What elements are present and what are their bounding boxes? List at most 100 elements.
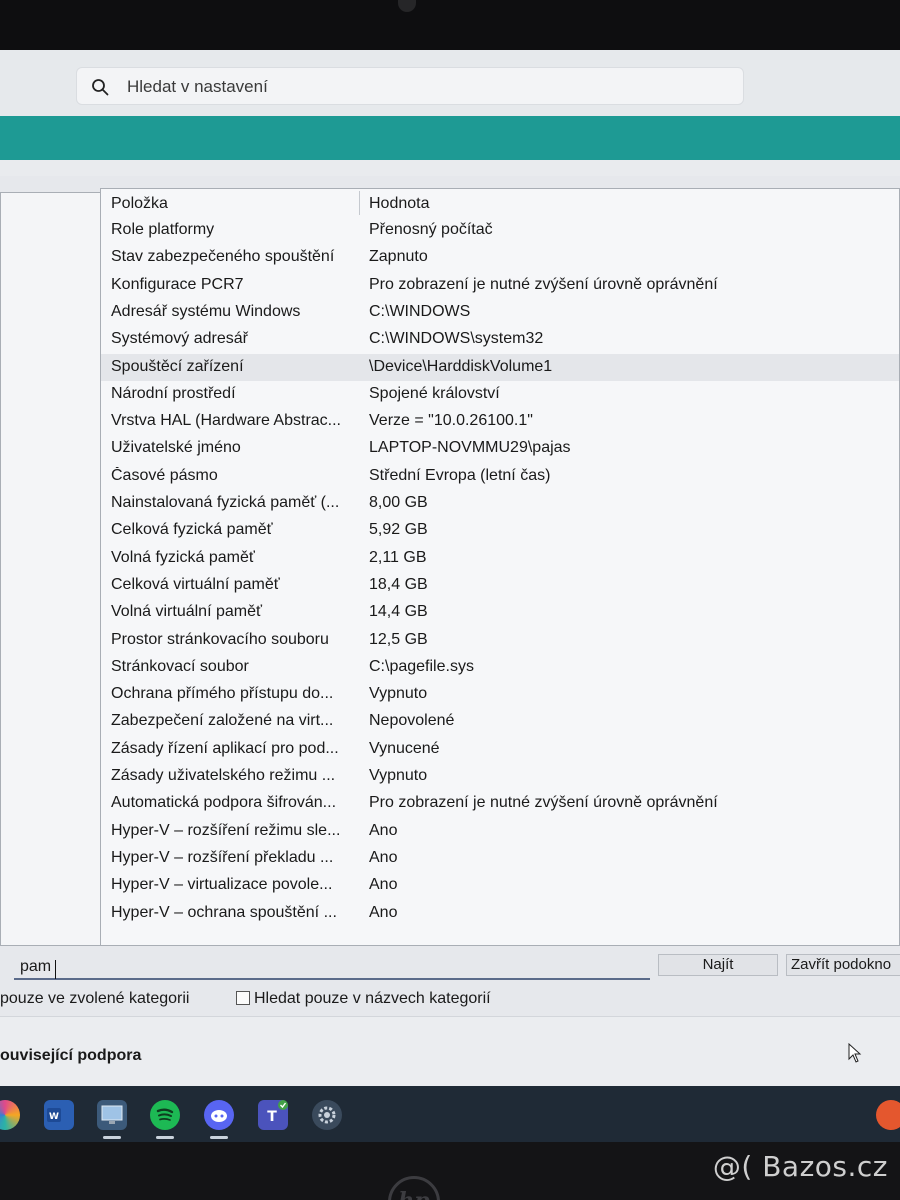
row-value: LAPTOP-NOVMMU29\pajas <box>369 439 571 457</box>
teams-icon[interactable]: T <box>258 1100 288 1130</box>
row-value: C:\WINDOWS <box>369 302 471 320</box>
discord-icon[interactable] <box>204 1100 234 1130</box>
row-item: Stránkovací soubor <box>111 657 249 675</box>
row-value: Pro zobrazení je nutné zvýšení úrovně op… <box>369 794 718 812</box>
table-row[interactable]: Celková fyzická paměť 5,92 GB <box>101 517 899 544</box>
row-value: Verze = "10.0.26100.1" <box>369 412 533 430</box>
row-item: Zásady řízení aplikací pro pod... <box>111 739 339 757</box>
row-item: Konfigurace PCR7 <box>111 275 244 293</box>
table-row[interactable]: Celková virtuální paměť 18,4 GB <box>101 572 899 599</box>
row-item: Hyper-V – rozšíření režimu sle... <box>111 821 341 839</box>
table-row[interactable]: Vrstva HAL (Hardware Abstrac... Verze = "… <box>101 408 899 435</box>
active-app-indicator <box>103 1136 121 1139</box>
close-find-pane-button[interactable]: Zavřít podokno <box>786 954 900 976</box>
table-row[interactable]: Spouštěcí zařízení \Device\HarddiskVolume… <box>101 353 899 381</box>
table-row[interactable]: Časové pásmo Střední Evropa (letní čas) <box>101 463 899 490</box>
row-item: Uživatelské jméno <box>111 439 241 457</box>
row-value: Ano <box>369 903 398 921</box>
running-app-indicator <box>156 1136 174 1139</box>
row-item: Adresář systému Windows <box>111 302 301 320</box>
row-item: Nainstalovaná fyzická paměť (... <box>111 494 340 511</box>
column-header-item[interactable]: Položka <box>111 195 359 213</box>
row-item: Časové pásmo <box>111 466 218 484</box>
table-row[interactable]: Automatická podpora šifrován... Pro zobra… <box>101 790 899 817</box>
row-item: Národní prostředí <box>111 384 236 402</box>
accent-banner <box>0 116 900 160</box>
table-row[interactable]: Hyper-V – virtualizace povole... Ano <box>101 872 899 899</box>
svg-text:T: T <box>267 1109 277 1125</box>
row-item: Stav zabezpečeného spouštění <box>111 248 335 266</box>
category-tree[interactable] <box>0 192 112 946</box>
table-row[interactable]: Ochrana přímého přístupu do... Vypnuto <box>101 681 899 708</box>
row-value: Ano <box>369 876 398 894</box>
taskbar: W T <box>0 1086 900 1142</box>
search-category-names-option[interactable]: Hledat pouze v názvech kategorií <box>236 990 491 1008</box>
row-item: Volná fyzická paměť <box>111 548 255 566</box>
word-icon[interactable]: W <box>44 1100 74 1130</box>
row-value: 8,00 GB <box>369 494 428 511</box>
column-divider[interactable] <box>359 191 360 215</box>
row-item: Hyper-V – rozšíření překladu ... <box>111 848 334 866</box>
system-summary-list[interactable]: Položka Hodnota Role platformy Přenosný p… <box>100 188 900 946</box>
table-row[interactable]: Konfigurace PCR7 Pro zobrazení je nutné z… <box>101 272 899 299</box>
table-row[interactable]: Stránkovací soubor C:\pagefile.sys <box>101 654 899 681</box>
row-value: Spojené království <box>369 384 500 402</box>
list-header: Položka Hodnota <box>101 189 899 217</box>
hp-logo: hp <box>388 1176 440 1200</box>
row-item: Ochrana přímého přístupu do... <box>111 685 334 703</box>
row-item: Hyper-V – virtualizace povole... <box>111 876 333 894</box>
row-item: Volná virtuální paměť <box>111 603 262 621</box>
row-item: Zabezpečení založené na virt... <box>111 712 334 730</box>
find-bar: Najít Zavřít podokno pouze ve zvolené ka… <box>0 946 900 1016</box>
related-support-title: ouvisející podpora <box>0 1047 142 1064</box>
search-icon <box>92 79 109 96</box>
laptop-bezel-top <box>0 0 900 50</box>
table-row[interactable]: Zásady uživatelského režimu ... Vypnuto <box>101 763 899 790</box>
spotify-icon[interactable] <box>150 1100 180 1130</box>
row-value: \Device\HarddiskVolume1 <box>369 357 553 375</box>
row-value: Střední Evropa (letní čas) <box>369 466 551 484</box>
running-app-indicator <box>210 1136 228 1139</box>
row-item: Celková virtuální paměť <box>111 575 280 593</box>
system-info-icon[interactable] <box>97 1100 127 1130</box>
table-row[interactable]: Role platformy Přenosný počítač <box>101 217 899 244</box>
column-header-value[interactable]: Hodnota <box>369 195 430 213</box>
row-value: 12,5 GB <box>369 630 428 648</box>
search-category-names-label: Hledat pouze v názvech kategorií <box>254 990 491 1007</box>
row-item: Prostor stránkovacího souboru <box>111 630 329 648</box>
table-row[interactable]: Hyper-V – ochrana spouštění ... Ano <box>101 900 899 927</box>
copilot-icon[interactable] <box>0 1100 20 1130</box>
category-names-checkbox[interactable] <box>236 991 250 1005</box>
table-row[interactable]: Volná virtuální paměť 14,4 GB <box>101 599 899 626</box>
table-row[interactable]: Systémový adresář C:\WINDOWS\system32 <box>101 326 899 353</box>
find-button[interactable]: Najít <box>658 954 778 976</box>
row-item: Role platformy <box>111 221 215 238</box>
find-input[interactable] <box>14 956 650 980</box>
row-value: 14,4 GB <box>369 603 428 621</box>
table-row[interactable]: Volná fyzická paměť 2,11 GB <box>101 545 899 572</box>
row-value: Ano <box>369 848 398 866</box>
table-row[interactable]: Nainstalovaná fyzická paměť (... 8,00 GB <box>101 490 899 517</box>
table-row[interactable]: Prostor stránkovacího souboru 12,5 GB <box>101 627 899 654</box>
tray-app-icon[interactable] <box>876 1100 900 1130</box>
table-row[interactable]: Stav zabezpečeného spouštění Zapnuto <box>101 244 899 271</box>
table-row[interactable]: Zabezpečení založené na virt... Nepovolen… <box>101 708 899 735</box>
table-row[interactable]: Zásady řízení aplikací pro pod... Vynucen… <box>101 736 899 763</box>
table-row[interactable]: Národní prostředí Spojené království <box>101 381 899 408</box>
row-value: C:\pagefile.sys <box>369 657 474 675</box>
row-value: Pro zobrazení je nutné zvýšení úrovně op… <box>369 275 718 293</box>
table-row[interactable]: Uživatelské jméno LAPTOP-NOVMMU29\pajas <box>101 435 899 462</box>
settings-search-box[interactable]: Hledat v nastavení <box>76 67 744 105</box>
row-value: Ano <box>369 821 398 839</box>
row-value: 5,92 GB <box>369 521 428 539</box>
table-row[interactable]: Hyper-V – rozšíření režimu sle... Ano <box>101 818 899 845</box>
search-placeholder: Hledat v nastavení <box>127 77 268 96</box>
row-item: Hyper-V – ochrana spouštění ... <box>111 903 337 921</box>
search-selected-category-label: pouze ve zvolené kategorii <box>0 990 190 1007</box>
row-item: Spouštěcí zařízení <box>111 357 244 375</box>
search-selected-category-option[interactable]: pouze ve zvolené kategorii <box>0 990 189 1008</box>
row-item: Automatická podpora šifrován... <box>111 794 337 812</box>
table-row[interactable]: Adresář systému Windows C:\WINDOWS <box>101 299 899 326</box>
settings-icon[interactable] <box>312 1100 342 1130</box>
table-row[interactable]: Hyper-V – rozšíření překladu ... Ano <box>101 845 899 872</box>
